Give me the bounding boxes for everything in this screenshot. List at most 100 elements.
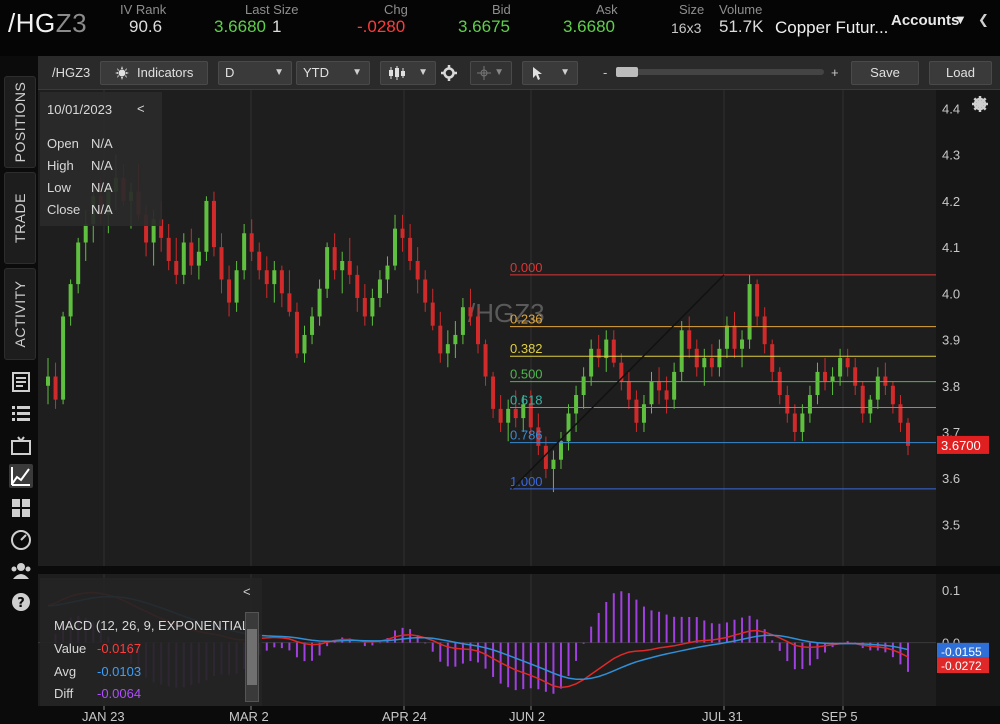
candle-body: [853, 367, 858, 386]
y-tick-label: 4.1: [942, 240, 960, 255]
macd-panel-scrollbar[interactable]: [245, 612, 259, 702]
symbol-title[interactable]: /HGZ3: [8, 8, 87, 39]
candle-body: [174, 260, 179, 275]
candle-body: [649, 381, 654, 405]
candle-body: [272, 270, 277, 285]
candle-body: [581, 376, 586, 396]
candle-body: [287, 293, 292, 312]
zoom-slider[interactable]: [616, 67, 824, 77]
chart-symbol-label: /HGZ3: [52, 65, 91, 80]
candle-body: [845, 358, 850, 368]
change-value: -.0280: [357, 17, 406, 36]
zoom-in-button[interactable]: +: [831, 65, 839, 80]
ohlc-high-label: High: [47, 158, 74, 173]
save-button[interactable]: Save: [851, 61, 919, 85]
macd-collapse-button[interactable]: <: [243, 584, 251, 599]
indicators-button[interactable]: Indicators: [100, 61, 208, 85]
candle-body: [506, 408, 511, 423]
range-value: YTD: [303, 65, 329, 80]
cursor-select[interactable]: ▼: [522, 61, 578, 85]
candle-body: [76, 242, 81, 285]
x-tick-label: JUN 2: [509, 709, 545, 724]
range-select[interactable]: YTD ▼: [296, 61, 370, 85]
candle-body: [219, 247, 224, 280]
zoom-out-button[interactable]: -: [603, 65, 607, 80]
macd-diff-label: Diff: [54, 686, 74, 701]
candle-body: [732, 325, 737, 349]
candle-body: [838, 358, 843, 377]
accounts-menu[interactable]: Accounts: [891, 12, 959, 29]
chart-style-select[interactable]: ▼: [380, 61, 436, 85]
candle-body: [211, 200, 216, 248]
y-tick-label: 3.8: [942, 379, 960, 394]
macd-value-label: Value: [54, 641, 87, 656]
price-axis-background: [936, 90, 1000, 724]
candle-body: [430, 302, 435, 326]
candle-body: [483, 344, 488, 377]
bid-value[interactable]: 3.6675: [458, 17, 510, 37]
x-tick-label: APR 24: [382, 709, 427, 724]
candle-body: [770, 344, 775, 372]
gauge-icon[interactable]: [9, 528, 33, 552]
candle-body: [830, 376, 835, 382]
load-button[interactable]: Load: [929, 61, 992, 85]
ohlc-close-value: N/A: [91, 202, 113, 217]
ohlc-collapse-button[interactable]: <: [137, 101, 145, 116]
y-tick-label: 4.3: [942, 148, 960, 163]
chevron-left-icon[interactable]: ❮: [978, 12, 989, 28]
candle-body: [491, 376, 496, 409]
tab-activity-label: ACTIVITY: [12, 280, 28, 348]
y-tick-label: 4.2: [942, 194, 960, 209]
chart-icon[interactable]: [9, 464, 33, 488]
candle-body: [204, 200, 209, 252]
iv-rank-value: 90.6: [129, 17, 163, 36]
gear-icon[interactable]: [972, 96, 988, 112]
candle-body: [53, 376, 58, 400]
macd-study-title: MACD (12, 26, 9, EXPONENTIAL): [54, 618, 254, 633]
candle-body: [445, 344, 450, 354]
tv-icon[interactable]: [9, 434, 33, 458]
macd-value-value: -0.0167: [97, 641, 142, 656]
grid-icon[interactable]: [9, 496, 33, 520]
candle-body: [807, 395, 812, 414]
candle-body: [702, 358, 707, 368]
candle-body: [377, 279, 382, 298]
community-icon[interactable]: [9, 559, 33, 583]
crosshair-icon: [477, 66, 491, 80]
chevron-down-icon[interactable]: ▼: [954, 12, 967, 27]
macd-y-tick-label: 0.1: [942, 583, 960, 598]
candle-body: [589, 348, 594, 377]
tab-trade-label: TRADE: [12, 193, 28, 243]
symbol-root: /HG: [8, 8, 56, 38]
candle-body: [460, 307, 465, 335]
candle-body: [468, 307, 473, 317]
ohlc-open-label: Open: [47, 136, 79, 151]
drawing-tool-select[interactable]: ▼: [470, 61, 512, 85]
candle-body: [498, 408, 503, 423]
candle-body: [604, 339, 609, 359]
y-tick-label: 3.6: [942, 471, 960, 486]
interval-select[interactable]: D ▼: [218, 61, 292, 85]
chevron-down-icon: ▼: [418, 67, 428, 78]
help-icon[interactable]: ?: [9, 590, 33, 614]
candle-body: [370, 297, 375, 317]
iv-rank-label: IV Rank: [120, 2, 167, 17]
ask-value[interactable]: 3.6680: [563, 17, 615, 37]
tab-positions[interactable]: POSITIONS: [4, 76, 36, 168]
news-icon[interactable]: [9, 370, 33, 394]
last-price-tag-text: 3.6700: [941, 438, 981, 453]
x-tick-label: JAN 23: [82, 709, 125, 724]
candle-body: [325, 247, 330, 289]
fib-level-label: 0.500: [510, 367, 543, 382]
candle-body: [890, 385, 895, 405]
gear-icon[interactable]: [441, 65, 457, 81]
candle-body: [340, 260, 345, 271]
tab-activity[interactable]: ACTIVITY: [4, 268, 36, 360]
candle-body: [264, 270, 269, 285]
list-icon[interactable]: [9, 402, 33, 426]
zoom-slider-handle[interactable]: [616, 67, 638, 77]
candle-body: [166, 237, 171, 261]
tab-trade[interactable]: TRADE: [4, 172, 36, 264]
candle-body: [875, 376, 880, 400]
macd-scrollbar-thumb[interactable]: [247, 629, 257, 685]
